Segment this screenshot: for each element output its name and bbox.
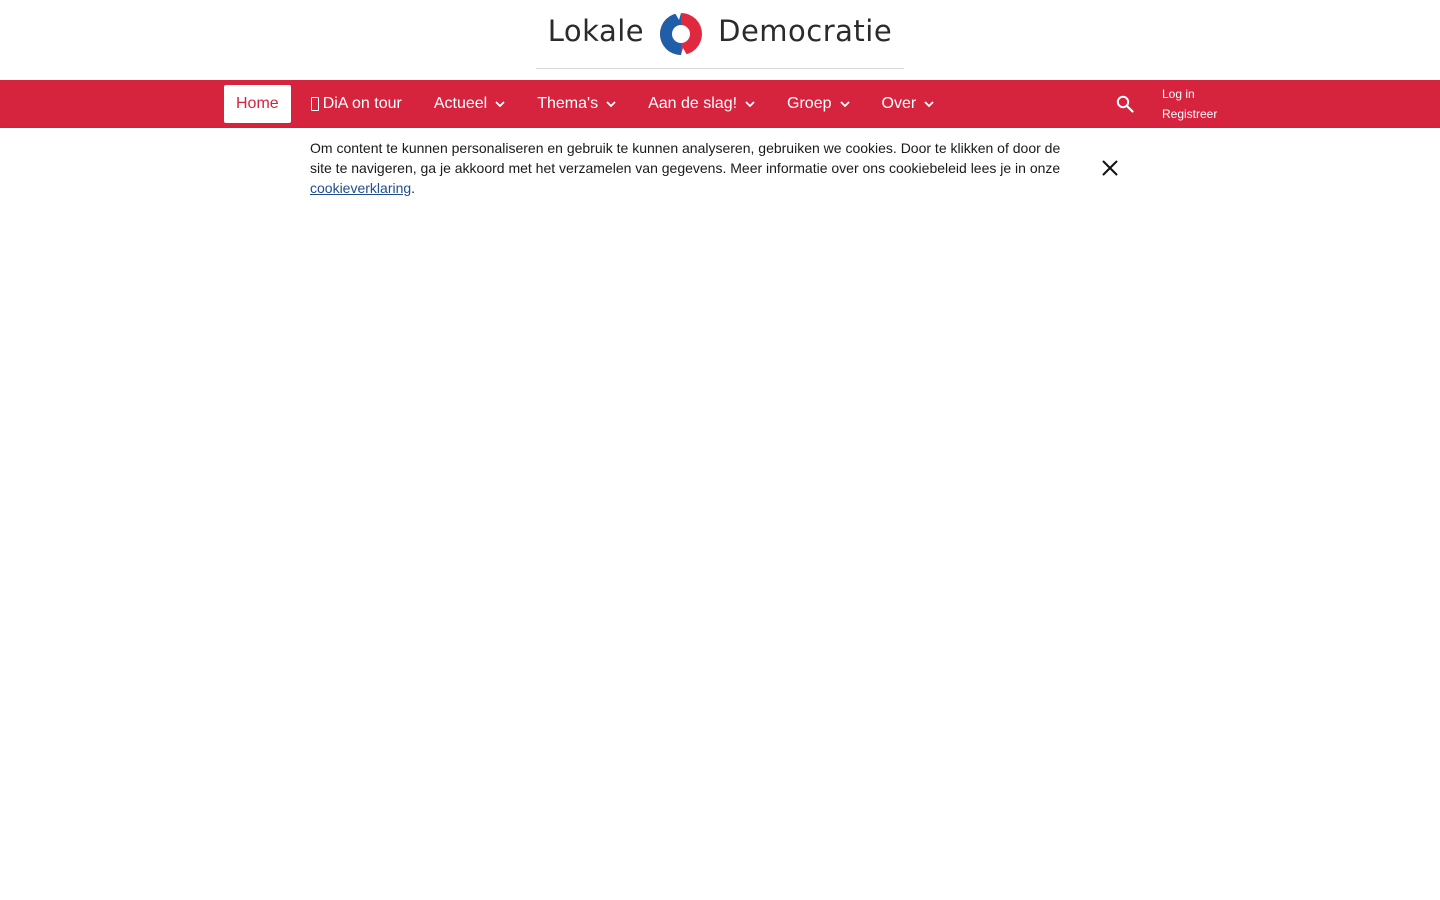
nav-item-label: Aan de slag! [648, 95, 738, 112]
tour-icon [310, 97, 319, 111]
register-link[interactable]: Registreer [1162, 104, 1217, 124]
nav-item-label: DiA on tour [322, 95, 402, 112]
cookie-close-button[interactable] [1098, 156, 1122, 180]
chevron-down-icon [924, 101, 934, 108]
nav-item-over[interactable]: Over [870, 85, 947, 123]
site-header: Lokale Democratie [0, 0, 1440, 80]
nav-account-area: Log in Registreer [1112, 80, 1217, 128]
nav-item-label: Groep [787, 95, 832, 112]
nav-item-actueel[interactable]: Actueel [422, 85, 517, 123]
nav-item-label: Home [236, 95, 279, 112]
cookie-policy-link[interactable]: cookieverklaring [310, 180, 411, 196]
logo-text-left: Lokale [547, 13, 645, 48]
cookie-banner: Om content te kunnen personaliseren en g… [0, 128, 1440, 210]
chevron-down-icon [839, 101, 850, 108]
close-icon [1102, 160, 1118, 176]
nav-item-label: Thema's [537, 95, 599, 112]
logo-mark-icon [660, 13, 703, 55]
logo-text-right: Democratie [718, 13, 893, 48]
main-navigation: Home DiA on tour Actueel Thema's Aan de … [0, 80, 1440, 128]
nav-item-groep[interactable]: Groep [775, 85, 861, 123]
search-icon [1116, 95, 1134, 113]
nav-list: Home DiA on tour Actueel Thema's Aan de … [224, 85, 954, 123]
cookie-message: Om content te kunnen personaliseren en g… [310, 138, 1080, 198]
nav-item-label: Actueel [433, 95, 488, 112]
nav-item-home[interactable]: Home [224, 85, 291, 123]
account-links: Log in Registreer [1162, 84, 1217, 124]
chevron-down-icon [745, 101, 755, 108]
cookie-message-text: Om content te kunnen personaliseren en g… [310, 140, 1061, 176]
nav-item-aan-de-slag[interactable]: Aan de slag! [636, 85, 767, 123]
login-link[interactable]: Log in [1162, 84, 1217, 104]
nav-item-themas[interactable]: Thema's [525, 85, 628, 123]
chevron-down-icon [606, 101, 616, 108]
nav-item-label: Over [881, 95, 917, 112]
site-logo-link[interactable]: Lokale Democratie [536, 0, 904, 69]
nav-item-dia-on-tour[interactable]: DiA on tour [299, 85, 414, 123]
page-content [0, 210, 1440, 900]
search-button[interactable] [1112, 91, 1138, 117]
chevron-down-icon [495, 101, 505, 108]
cookie-message-suffix: . [411, 180, 416, 196]
